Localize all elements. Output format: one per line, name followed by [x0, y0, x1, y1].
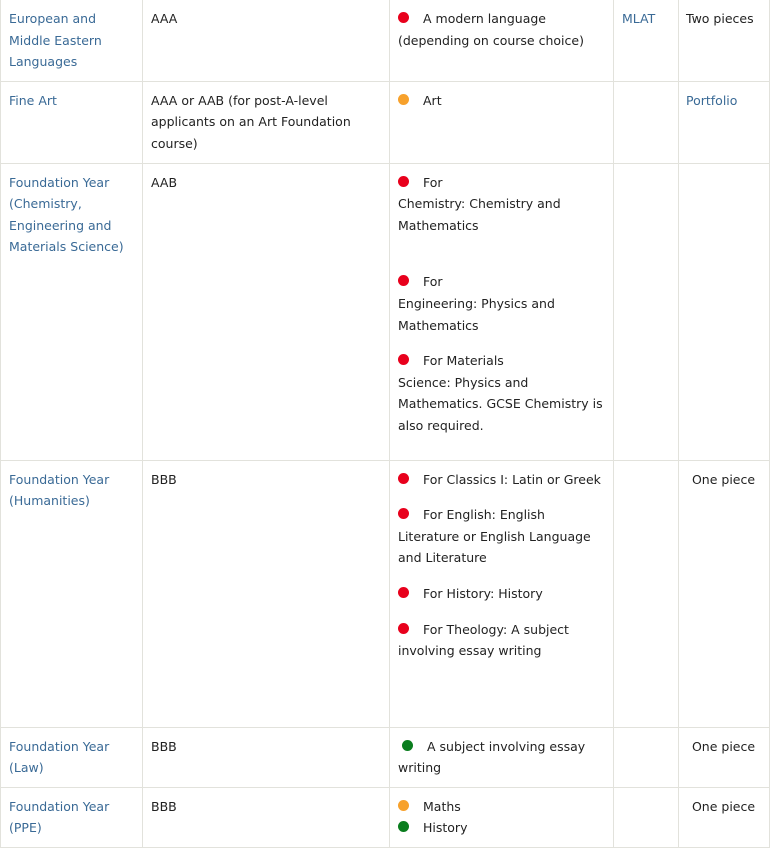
test-cell — [613, 162, 679, 461]
written-work-cell: Two pieces — [678, 0, 770, 82]
subjects-cell: For Classics I: Latin or Greek For Engli… — [389, 459, 614, 728]
course-cell: Foundation Year (Law) — [0, 726, 143, 788]
table-row: Fine Art AAA or AAB (for post-A-level ap… — [0, 80, 770, 164]
subjects-cell: For Chemistry: Chemistry and Mathematics … — [389, 162, 614, 461]
written-work-cell: Portfolio — [678, 80, 770, 164]
course-link[interactable]: Foundation Year (PPE) — [9, 799, 109, 836]
table-row: European and Middle Eastern Languages AA… — [0, 0, 770, 82]
written-work-cell: One piece — [678, 459, 770, 728]
subject-requirement: For Chemistry: Chemistry and Mathematics — [398, 174, 561, 233]
status-dot-red-icon — [398, 354, 409, 366]
subjects-cell: Maths History — [389, 786, 614, 848]
subject-requirement: For Engineering: Physics and Mathematics — [398, 274, 555, 333]
status-dot-red-icon — [398, 12, 409, 23]
course-link[interactable]: Foundation Year (Humanities) — [9, 472, 109, 509]
status-dot-orange-icon — [398, 93, 409, 105]
course-cell: Foundation Year (Humanities) — [0, 459, 143, 728]
course-cell: Foundation Year (PPE) — [0, 786, 143, 848]
test-cell — [613, 459, 679, 728]
test-cell: MLAT — [613, 0, 679, 82]
subjects-cell: Art — [389, 80, 614, 164]
grades-cell: BBB — [142, 459, 390, 728]
status-dot-green-icon — [398, 821, 409, 833]
subject-requirement: For History: History — [398, 583, 605, 605]
status-dot-orange-icon — [398, 799, 409, 811]
subject-requirement: For English: English Literature or Engli… — [398, 507, 591, 566]
subject-requirement: Maths — [398, 796, 605, 818]
table-row: Foundation Year (Chemistry, Engineering … — [0, 162, 770, 461]
table-row: Foundation Year (PPE) BBB Maths History … — [0, 786, 770, 848]
written-work-cell — [678, 162, 770, 461]
status-dot-red-icon — [398, 175, 409, 187]
test-link[interactable]: MLAT — [622, 11, 655, 26]
course-cell: Foundation Year (Chemistry, Engineering … — [0, 162, 143, 461]
table-row: Foundation Year (Humanities) BBB For Cla… — [0, 459, 770, 728]
course-requirements-table: European and Middle Eastern Languages AA… — [0, 0, 770, 848]
grades-cell: BBB — [142, 786, 390, 848]
subject-requirement: A modern language (depending on course c… — [398, 11, 584, 48]
status-dot-red-icon — [398, 275, 409, 287]
written-work-cell: One piece — [678, 726, 770, 788]
table-row: Foundation Year (Law) BBB A subject invo… — [0, 726, 770, 788]
course-cell: European and Middle Eastern Languages — [0, 0, 143, 82]
grades-cell: AAB — [142, 162, 390, 461]
course-link[interactable]: European and Middle Eastern Languages — [9, 11, 102, 69]
course-link[interactable]: Fine Art — [9, 93, 57, 108]
course-cell: Fine Art — [0, 80, 143, 164]
test-cell — [613, 786, 679, 848]
subject-requirement: For Theology: A subject involving essay … — [398, 621, 569, 659]
subject-requirement: For Classics I: Latin or Greek — [398, 469, 605, 491]
test-cell — [613, 80, 679, 164]
status-dot-red-icon — [398, 622, 409, 634]
grades-cell: AAA — [142, 0, 390, 82]
status-dot-green-icon — [402, 739, 413, 751]
status-dot-red-icon — [398, 472, 409, 484]
status-dot-red-icon — [398, 508, 409, 520]
grades-cell: BBB — [142, 726, 390, 788]
subjects-cell: A subject involving essay writing — [389, 726, 614, 788]
written-work-cell: One piece — [678, 786, 770, 848]
grades-cell: AAA or AAB (for post-A-level applicants … — [142, 80, 390, 164]
subjects-cell: A modern language (depending on course c… — [389, 0, 614, 82]
subject-requirement: A subject involving essay writing — [398, 738, 586, 776]
course-link[interactable]: Foundation Year (Chemistry, Engineering … — [9, 175, 124, 255]
course-link[interactable]: Foundation Year (Law) — [9, 739, 109, 776]
portfolio-link[interactable]: Portfolio — [686, 93, 737, 108]
subject-requirement: History — [398, 817, 605, 839]
test-cell — [613, 726, 679, 788]
subject-requirement: For Materials Science: Physics and Mathem… — [398, 353, 603, 433]
status-dot-red-icon — [398, 586, 409, 598]
subject-requirement: Art — [398, 90, 605, 112]
